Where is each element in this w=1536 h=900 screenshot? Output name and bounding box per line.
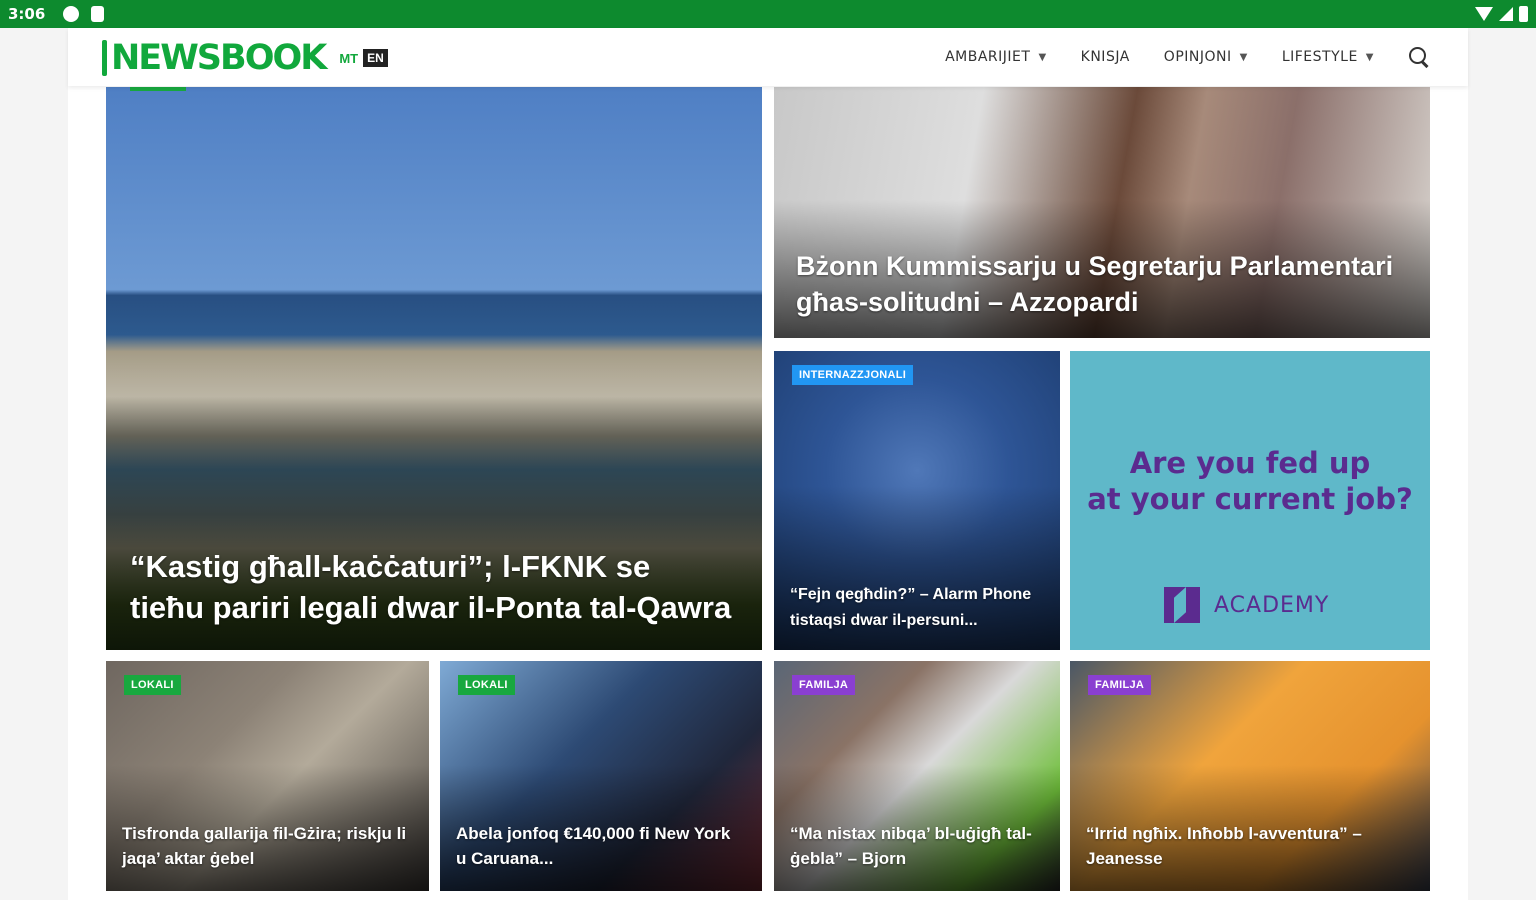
lang-en-link[interactable]: EN [363, 49, 388, 67]
article-card[interactable]: LOKALI Tisfronda gallarija fil-Gżira; ri… [106, 661, 429, 891]
advertisement[interactable]: Are you fed up at your current job? ACAD… [1070, 351, 1430, 650]
article-card[interactable]: INTERNAZZJONALI “Fejn qegħdin?” – Alarm … [774, 351, 1060, 650]
ad-headline: Are you fed up at your current job? [1070, 445, 1430, 517]
article-card[interactable]: FAMILJA “Ma nistax nibqa’ bl-uġigħ tal-ġ… [774, 661, 1060, 891]
article-title[interactable]: “Fejn qegħdin?” – Alarm Phone tistaqsi d… [790, 582, 1034, 634]
article-card[interactable]: LOKALI Abela jonfoq €140,000 fi New York… [440, 661, 762, 891]
lang-mt-link[interactable]: MT [339, 51, 358, 66]
article-card[interactable]: FAMILJA “Irrid ngħix. Inħobb l-avventura… [1070, 661, 1430, 891]
hero-article[interactable]: “Kastig għall-kaċċaturi”; l-FKNK se tieħ… [106, 87, 762, 650]
signal-icon [1499, 7, 1513, 21]
status-time: 3:06 [8, 5, 46, 23]
logo-text: NEWSBOOK [111, 38, 327, 78]
article-title[interactable]: Abela jonfoq €140,000 fi New York u Caru… [456, 821, 744, 871]
article-title[interactable]: Bżonn Kummissarju u Segretarju Parlament… [796, 248, 1400, 320]
sd-card-icon [91, 6, 105, 22]
article-title[interactable]: Tisfronda gallarija fil-Gżira; riskju li… [122, 821, 411, 871]
page: NEWSBOOK MT EN AMBARIJIET ▼ KNISJA OPINJO… [68, 28, 1468, 900]
status-bar: 3:06 [0, 0, 1536, 28]
nav-label: AMBARIJIET [945, 49, 1031, 65]
nav-opinjoni[interactable]: OPINJONI ▼ [1164, 49, 1248, 65]
chevron-down-icon: ▼ [1038, 51, 1047, 63]
ad-brand: ACADEMY [1164, 587, 1329, 623]
nav-knisja[interactable]: KNISJA [1081, 49, 1130, 65]
main-nav: AMBARIJIET ▼ KNISJA OPINJONI ▼ LIFESTYLE ▼ [945, 28, 1430, 86]
ad-headline-line: Are you fed up [1129, 446, 1371, 480]
article-title[interactable]: “Ma nistax nibqa’ bl-uġigħ tal-ġebla” – … [790, 821, 1042, 871]
chevron-down-icon: ▼ [1365, 51, 1374, 63]
nav-lifestyle[interactable]: LIFESTYLE ▼ [1282, 49, 1374, 65]
language-switch: MT EN [339, 49, 388, 67]
app-notification-icon [63, 6, 80, 22]
category-badge[interactable]: FAMILJA [792, 675, 856, 695]
category-badge[interactable]: LOKALI [458, 675, 515, 695]
ad-headline-line: at your current job? [1087, 482, 1413, 516]
site-header: NEWSBOOK MT EN AMBARIJIET ▼ KNISJA OPINJO… [68, 28, 1468, 86]
category-accent [130, 87, 186, 91]
logo-bar-icon [102, 40, 107, 76]
category-badge[interactable]: FAMILJA [1088, 675, 1152, 695]
academy-logo-icon [1164, 587, 1200, 623]
article-title[interactable]: “Irrid ngħix. Inħobb l-avventura” – Jean… [1086, 821, 1412, 871]
ad-brand-text: ACADEMY [1214, 592, 1330, 618]
category-badge[interactable]: INTERNAZZJONALI [792, 365, 914, 385]
nav-label: LIFESTYLE [1281, 49, 1358, 65]
nav-label: OPINJONI [1163, 49, 1232, 65]
chevron-down-icon: ▼ [1239, 51, 1248, 63]
nav-label: KNISJA [1080, 49, 1130, 65]
featured-article[interactable]: Bżonn Kummissarju u Segretarju Parlament… [774, 87, 1430, 338]
battery-icon [1519, 6, 1528, 22]
nav-ambarijiet[interactable]: AMBARIJIET ▼ [945, 49, 1047, 65]
wifi-icon [1475, 7, 1493, 21]
site-logo[interactable]: NEWSBOOK MT EN [102, 38, 388, 78]
article-title[interactable]: “Kastig għall-kaċċaturi”; l-FKNK se tieħ… [130, 546, 732, 628]
search-icon[interactable] [1408, 46, 1430, 68]
category-badge[interactable]: LOKALI [124, 675, 181, 695]
